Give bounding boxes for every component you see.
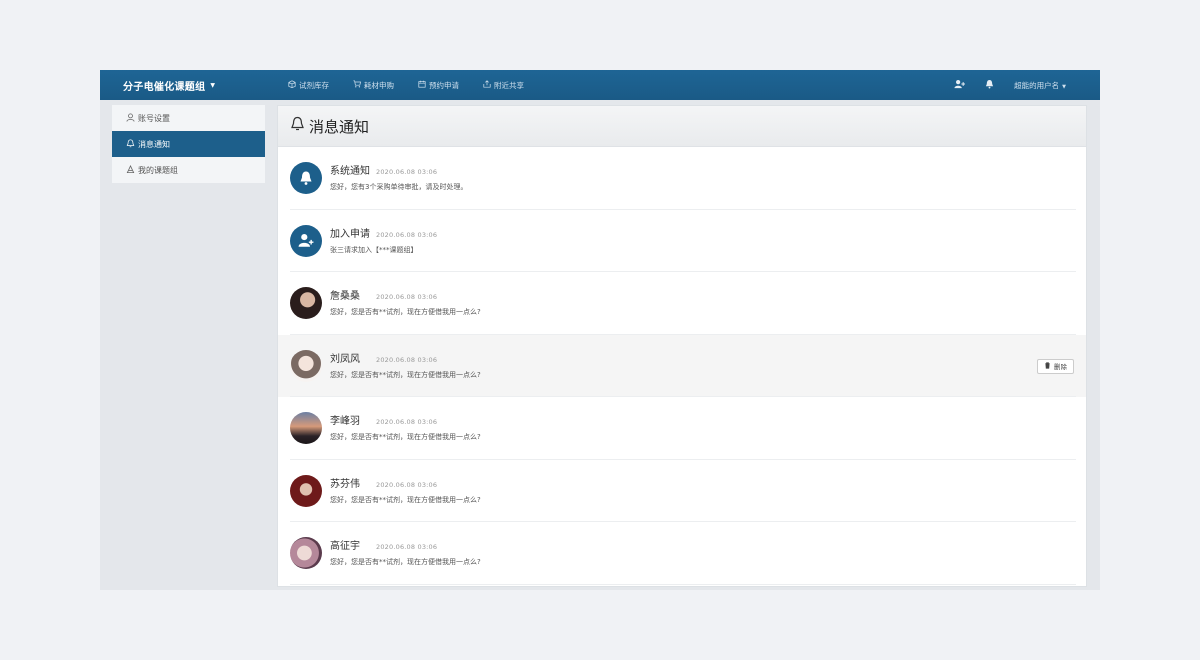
message-body: 高征宇 2020.06.08 03:06 您好，您是否有**试剂，现在方便借我用… — [330, 537, 481, 567]
group-icon — [126, 164, 135, 176]
message-time: 2020.06.08 03:06 — [376, 543, 438, 551]
message-body: 加入申请 2020.06.08 03:06 张三请求加入【***课题组】 — [330, 225, 437, 255]
brand-title: 分子电催化课题组 — [123, 81, 206, 93]
message-text: 张三请求加入【***课题组】 — [330, 245, 418, 254]
calendar-icon — [418, 80, 426, 90]
avatar — [290, 474, 322, 507]
message-text: 您好，您有3个采购单待审批，请及时处理。 — [330, 183, 468, 191]
message-head: 刘凤风 2020.06.08 03:06 — [330, 350, 481, 366]
message-text: 您好，您是否有**试剂，现在方便借我用一点么? — [330, 558, 481, 566]
cart-icon — [353, 80, 362, 90]
sidebar-item-label: 消息通知 — [138, 139, 170, 149]
app-window: 分子电催化课题组 ▼ 试剂库存 耗材申购 预约申请 附近共享 超能的用户名 ▼ … — [100, 70, 1100, 590]
nav-label: 耗材申购 — [364, 80, 394, 90]
message-body: 苏芬伟 2020.06.08 03:06 您好，您是否有**试剂，现在方便借我用… — [330, 475, 481, 505]
list-item[interactable]: 刘凤风 2020.06.08 03:06 您好，您是否有**试剂，现在方便借我用… — [278, 334, 1086, 397]
sidebar-item-label: 账号设置 — [138, 113, 170, 123]
sidebar: 账号设置 消息通知 我的课题组 — [112, 105, 265, 183]
message-time: 2020.06.08 03:06 — [376, 355, 438, 364]
username: 超能的用户名 — [1014, 80, 1060, 90]
nav-supplies-purchase[interactable]: 耗材申购 — [353, 80, 394, 91]
caret-down-icon: ▼ — [210, 81, 216, 89]
sender-name: 刘凤风 — [330, 353, 360, 365]
sender-name: 詹桑桑 — [330, 291, 360, 302]
top-right-tools: 超能的用户名 ▼ — [954, 70, 1066, 100]
user-menu[interactable]: 超能的用户名 ▼ — [1014, 80, 1066, 91]
nav-reagent-stock[interactable]: 试剂库存 — [288, 80, 329, 91]
top-navbar: 分子电催化课题组 ▼ 试剂库存 耗材申购 预约申请 附近共享 超能的用户名 ▼ — [100, 70, 1100, 100]
list-item[interactable]: 苏芬伟 2020.06.08 03:06 您好，您是否有**试剂，现在方便借我用… — [278, 460, 1086, 522]
sender-name: 系统通知 — [330, 166, 370, 177]
bell-icon[interactable] — [985, 79, 994, 92]
panel-header: 消息通知 — [278, 106, 1086, 147]
divider — [290, 583, 1076, 585]
page-title: 消息通知 — [309, 117, 370, 136]
user-add-avatar-icon — [290, 224, 322, 257]
caret-down-icon: ▼ — [1062, 83, 1066, 90]
message-head: 系统通知 2020.06.08 03:06 — [330, 162, 467, 178]
share-icon — [483, 80, 491, 90]
message-text: 您好，您是否有**试剂，现在方便借我用一点么? — [330, 433, 481, 441]
message-body: 李峰羽 2020.06.08 03:06 您好，您是否有**试剂，现在方便借我用… — [330, 412, 481, 442]
bell-icon — [290, 116, 305, 136]
message-head: 高征宇 2020.06.08 03:06 — [330, 537, 481, 553]
message-head: 李峰羽 2020.06.08 03:06 — [330, 412, 481, 428]
message-time: 2020.06.08 03:06 — [376, 230, 438, 239]
list-item[interactable]: 李峰羽 2020.06.08 03:06 您好，您是否有**试剂，现在方便借我用… — [278, 397, 1086, 460]
message-time: 2020.06.08 03:06 — [376, 293, 438, 301]
message-head: 加入申请 2020.06.08 03:06 — [330, 225, 437, 241]
nav-label: 附近共享 — [494, 80, 524, 90]
message-time: 2020.06.08 03:06 — [376, 480, 438, 489]
sender-name: 高征宇 — [330, 541, 360, 552]
list-item[interactable]: 詹桑桑 2020.06.08 03:06 您好，您是否有**试剂，现在方便借我用… — [278, 272, 1086, 335]
delete-label: 删除 — [1054, 363, 1067, 371]
delete-button[interactable]: 删除 — [1037, 358, 1074, 374]
avatar — [290, 537, 322, 569]
avatar — [290, 412, 322, 444]
bell-icon — [126, 138, 135, 150]
message-body: 系统通知 2020.06.08 03:06 您好，您有3个采购单待审批，请及时处… — [330, 162, 467, 192]
message-text: 您好，您是否有**试剂，现在方便借我用一点么? — [330, 308, 481, 316]
list-item[interactable]: 高征宇 2020.06.08 03:06 您好，您是否有**试剂，现在方便借我用… — [278, 522, 1086, 585]
message-time: 2020.06.08 03:06 — [376, 418, 438, 426]
sidebar-item-my-group[interactable]: 我的课题组 — [112, 157, 265, 183]
nav-nearby-share[interactable]: 附近共享 — [483, 80, 524, 91]
user-icon — [126, 112, 135, 124]
message-time: 2020.06.08 03:06 — [376, 168, 438, 176]
sender-name: 苏芬伟 — [330, 478, 360, 490]
add-user-icon[interactable] — [954, 79, 966, 92]
bell-avatar-icon — [290, 162, 322, 194]
message-head: 詹桑桑 2020.06.08 03:06 — [330, 287, 481, 303]
nav-reservation[interactable]: 预约申请 — [418, 80, 459, 91]
message-text: 您好，您是否有**试剂，现在方便借我用一点么? — [330, 370, 481, 379]
sidebar-item-label: 我的课题组 — [138, 165, 178, 175]
sender-name: 加入申请 — [330, 228, 370, 240]
message-body: 刘凤风 2020.06.08 03:06 您好，您是否有**试剂，现在方便借我用… — [330, 350, 481, 380]
trash-icon — [1044, 361, 1051, 371]
avatar — [290, 349, 322, 382]
nav-label: 试剂库存 — [299, 80, 329, 90]
avatar — [290, 287, 322, 319]
nav-label: 预约申请 — [429, 80, 459, 90]
message-body: 詹桑桑 2020.06.08 03:06 您好，您是否有**试剂，现在方便借我用… — [330, 287, 481, 317]
brand-dropdown[interactable]: 分子电催化课题组 ▼ — [123, 70, 215, 100]
notification-panel: 消息通知 系统通知 2020.06.08 03:06 您好，您有3个采购单待审批… — [277, 105, 1087, 587]
sidebar-item-account-settings[interactable]: 账号设置 — [112, 105, 265, 131]
sidebar-item-notifications[interactable]: 消息通知 — [112, 131, 265, 157]
top-nav: 试剂库存 耗材申购 预约申请 附近共享 — [288, 70, 548, 100]
sender-name: 李峰羽 — [330, 416, 360, 427]
list-item[interactable]: 系统通知 2020.06.08 03:06 您好，您有3个采购单待审批，请及时处… — [278, 147, 1086, 210]
box-icon — [288, 80, 296, 90]
message-list: 系统通知 2020.06.08 03:06 您好，您有3个采购单待审批，请及时处… — [278, 147, 1086, 585]
message-head: 苏芬伟 2020.06.08 03:06 — [330, 475, 481, 491]
list-item[interactable]: 加入申请 2020.06.08 03:06 张三请求加入【***课题组】 — [278, 210, 1086, 272]
message-text: 您好，您是否有**试剂，现在方便借我用一点么? — [330, 495, 481, 504]
